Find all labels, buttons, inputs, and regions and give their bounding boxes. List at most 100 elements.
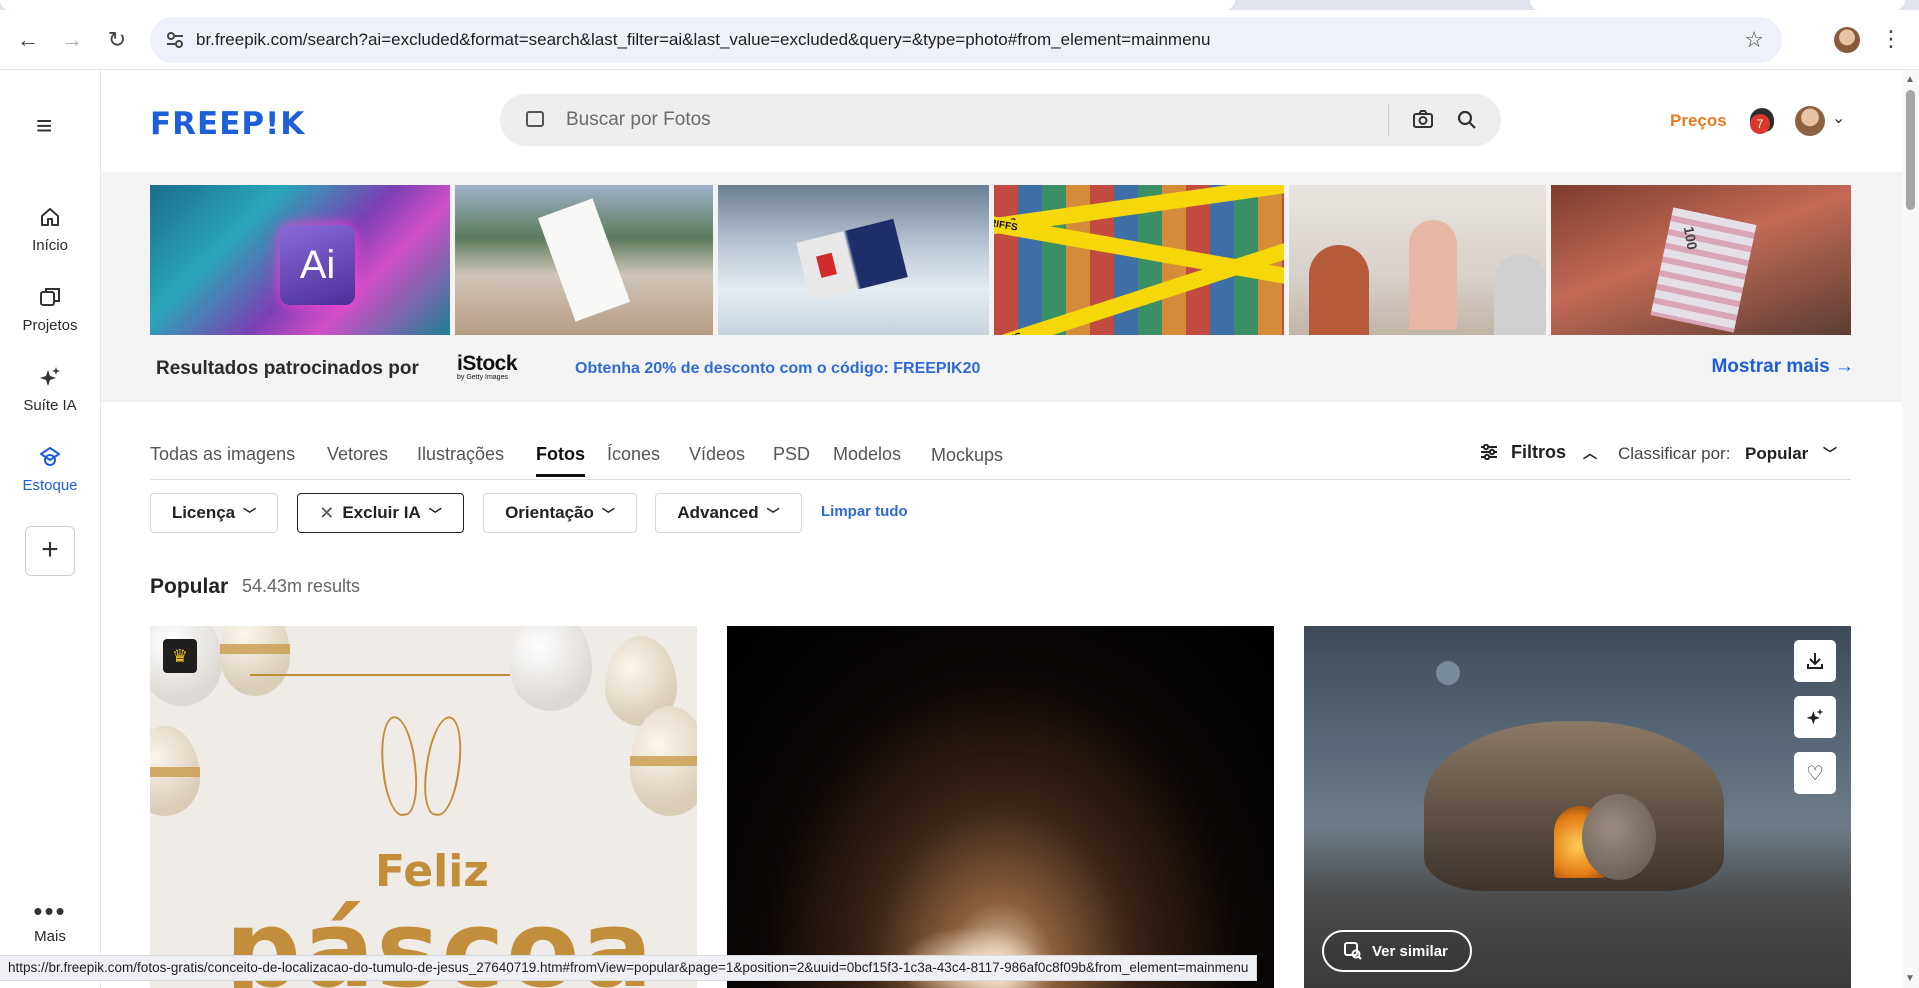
tab-todas-as-imagens[interactable]: Todas as imagens — [150, 444, 295, 465]
sponsored-image[interactable] — [1289, 185, 1546, 335]
show-more-label: Mostrar mais — [1711, 356, 1830, 377]
filters-toggle[interactable]: Filtros ︿ — [1480, 442, 1597, 463]
bunny-ears-decoration — [376, 714, 472, 826]
pricing-link[interactable]: Preços — [1670, 111, 1727, 131]
sponsored-image[interactable]: Ai — [150, 185, 450, 335]
chevron-down-icon: ﹀ — [428, 506, 442, 522]
sparkle-icon — [40, 367, 60, 386]
sponsored-image[interactable]: TARIFFS TARIFFS TARIFFS — [994, 185, 1284, 335]
sidebar-item-label: Suíte IA — [23, 397, 77, 414]
ai-edit-button[interactable] — [1794, 696, 1836, 738]
stock-icon — [40, 447, 60, 466]
sponsored-image[interactable] — [718, 185, 989, 335]
left-sidebar: ≡ Início Projetos Suíte IA Estoque + •••… — [0, 70, 101, 988]
heart-icon: ♡ — [1806, 762, 1824, 785]
result-card[interactable] — [727, 626, 1274, 988]
chip-label: Advanced — [677, 503, 759, 522]
similar-icon — [1344, 942, 1362, 960]
result-card[interactable]: ♛ Feliz páscoa — [150, 626, 697, 988]
tab-videos[interactable]: Vídeos — [689, 444, 745, 465]
forward-icon[interactable]: → — [56, 24, 88, 56]
chip-label: Licença — [171, 503, 236, 522]
tab-ilustracoes[interactable]: Ilustrações — [417, 444, 504, 465]
sidebar-item-label: Projetos — [22, 317, 78, 334]
sidebar-item-inicio[interactable]: Início — [0, 205, 100, 255]
sidebar-item-projetos[interactable]: Projetos — [0, 285, 100, 335]
result-card[interactable]: ♡ Ver similar — [1304, 626, 1851, 988]
arrow-right-icon: → — [1835, 356, 1854, 377]
tab-icones[interactable]: Ícones — [607, 444, 660, 465]
hamburger-menu-icon[interactable]: ≡ — [36, 110, 64, 142]
notification-badge: 7 — [1750, 114, 1770, 134]
camera-icon[interactable] — [1412, 108, 1434, 130]
advanced-filter[interactable]: Advanced ﹀ — [655, 493, 802, 533]
sponsored-label: Resultados patrocinados por — [156, 358, 419, 379]
browser-tab-active[interactable] — [0, 0, 1235, 10]
tomb-stone — [1582, 794, 1656, 880]
kebab-menu-icon[interactable]: ⋮ — [1880, 26, 1902, 52]
istock-logo-subtext: by Getty Images — [457, 374, 508, 381]
projects-icon — [40, 288, 60, 306]
egg-decoration — [150, 726, 200, 816]
download-button[interactable] — [1794, 640, 1836, 682]
view-similar-button[interactable]: Ver similar — [1322, 930, 1472, 972]
filters-label: Filtros — [1511, 442, 1567, 462]
orientation-filter[interactable]: Orientação ﹀ — [483, 493, 637, 533]
exclude-ai-filter[interactable]: ✕ Excluir IA ﹀ — [297, 493, 464, 533]
chevron-down-icon[interactable]: ⌄ — [1832, 108, 1845, 128]
sidebar-item-label: Estoque — [22, 477, 78, 494]
browser-tab-strip — [0, 0, 1919, 10]
close-icon[interactable]: ✕ — [319, 503, 334, 524]
tabs-divider — [150, 479, 1851, 480]
sponsored-image[interactable]: 100 — [1551, 185, 1851, 335]
results-count: 54.43m results — [242, 576, 361, 596]
promo-text[interactable]: Obtenha 20% de desconto com o código: FR… — [575, 360, 980, 378]
scroll-up-icon[interactable]: ▲ — [1905, 74, 1915, 85]
search-bar[interactable]: Buscar por Fotos — [500, 94, 1501, 146]
bookmark-star-icon[interactable]: ☆ — [1744, 27, 1764, 53]
sidebar-item-estoque[interactable]: Estoque — [0, 445, 100, 495]
sidebar-item-mais[interactable]: ••• Mais — [0, 898, 100, 945]
scroll-down-icon[interactable]: ▼ — [1905, 973, 1915, 984]
search-icon[interactable] — [1456, 109, 1478, 131]
license-filter[interactable]: Licença ﹀ — [150, 493, 278, 533]
browser-toolbar: ← → ↻ br.freepik.com/search?ai=excluded&… — [0, 10, 1919, 70]
tab-fotos[interactable]: Fotos — [536, 444, 585, 477]
chevron-down-icon: ﹀ — [1823, 446, 1838, 462]
scrollbar-thumb[interactable] — [1906, 90, 1915, 210]
istock-logo[interactable]: iStock by Getty Images — [457, 352, 518, 381]
sparkle-icon — [1806, 708, 1824, 725]
clear-all-link[interactable]: Limpar tudo — [821, 503, 908, 520]
sliders-icon — [1481, 443, 1497, 461]
status-bar-url: https://br.freepik.com/fotos-gratis/conc… — [0, 955, 1258, 981]
avatar[interactable] — [1795, 106, 1825, 136]
show-more-link[interactable]: Mostrar mais → — [1711, 356, 1854, 378]
profile-icon[interactable] — [1834, 27, 1860, 53]
page-scrollbar[interactable]: ▲ ▼ — [1902, 70, 1919, 988]
address-bar-url[interactable]: br.freepik.com/search?ai=excluded&format… — [196, 30, 1210, 50]
chevron-down-icon: ﹀ — [243, 506, 257, 522]
search-divider — [1388, 104, 1389, 136]
freepik-logo[interactable]: FREEP!K — [150, 106, 305, 142]
view-similar-label: Ver similar — [1372, 942, 1448, 960]
browser-tab[interactable] — [1530, 0, 1905, 10]
sponsored-image[interactable] — [455, 185, 713, 335]
image-icon — [526, 111, 544, 127]
search-input[interactable]: Buscar por Fotos — [566, 109, 711, 131]
favorite-button[interactable]: ♡ — [1794, 752, 1836, 794]
tab-vetores[interactable]: Vetores — [327, 444, 388, 465]
back-icon[interactable]: ← — [12, 24, 44, 56]
sidebar-item-suite-ia[interactable]: Suíte IA — [0, 365, 100, 415]
istock-logo-text: iStock — [457, 352, 518, 375]
site-settings-icon[interactable] — [164, 29, 186, 51]
sort-dropdown[interactable]: Popular ﹀ — [1745, 444, 1837, 464]
sidebar-item-label: Início — [32, 237, 68, 254]
reload-icon[interactable]: ↻ — [101, 24, 133, 56]
address-bar[interactable]: br.freepik.com/search?ai=excluded&format… — [150, 17, 1782, 63]
egg-decoration — [510, 626, 592, 711]
add-button[interactable]: + — [25, 526, 75, 576]
tab-modelos[interactable]: Modelos — [833, 444, 901, 465]
tab-mockups[interactable]: Mockups — [931, 445, 1003, 466]
chevron-down-icon: ﹀ — [766, 506, 780, 522]
tab-psd[interactable]: PSD — [773, 444, 810, 465]
